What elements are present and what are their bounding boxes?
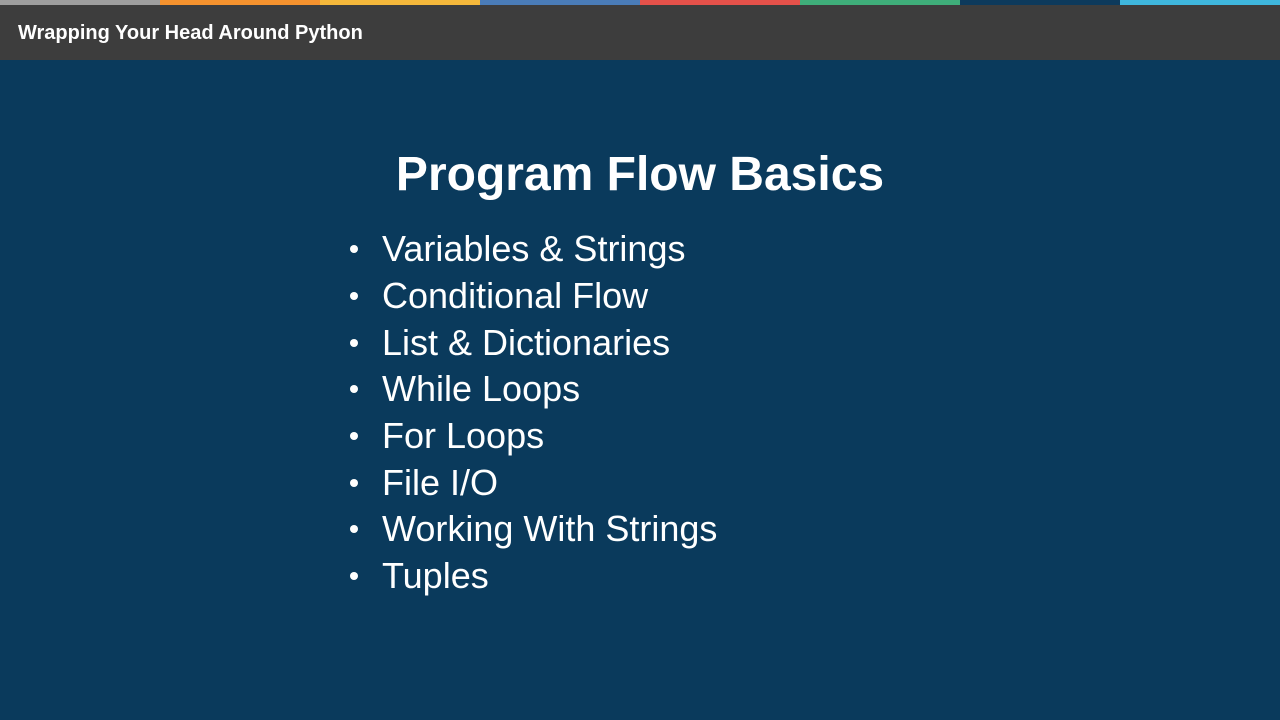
bullet-text: While Loops xyxy=(382,368,581,410)
top-bar: Wrapping Your Head Around Python xyxy=(0,5,1280,60)
bullet-dot-icon xyxy=(350,292,358,301)
bullet-dot-icon xyxy=(350,245,358,254)
bullet-text: Conditional Flow xyxy=(382,275,649,317)
presentation-title: Wrapping Your Head Around Python xyxy=(18,22,363,44)
bullet-text: File I/O xyxy=(382,461,499,503)
bullet-dot-icon xyxy=(350,338,358,347)
bullet-text: Variables & Strings xyxy=(382,228,686,270)
bullet-item: For Loops xyxy=(346,413,717,460)
bullet-text: List & Dictionaries xyxy=(382,321,671,363)
bullet-item: Variables & Strings xyxy=(346,226,717,273)
bullet-item: While Loops xyxy=(346,366,717,413)
bullet-dot-icon xyxy=(350,572,358,581)
bullet-dot-icon xyxy=(350,478,358,487)
bullet-item: Working With Strings xyxy=(346,506,717,553)
bullet-text: Working With Strings xyxy=(382,508,718,550)
bullet-text: Tuples xyxy=(382,555,489,597)
slide-canvas: Wrapping Your Head Around Python Program… xyxy=(0,0,1280,720)
bullet-dot-icon xyxy=(350,432,358,441)
bullet-list: Variables & Strings Conditional Flow Lis… xyxy=(346,226,717,600)
bullet-item: Tuples xyxy=(346,553,717,600)
bullet-item: List & Dictionaries xyxy=(346,319,717,366)
bullet-text: For Loops xyxy=(382,415,545,457)
bullet-dot-icon xyxy=(350,525,358,534)
bullet-item: File I/O xyxy=(346,459,717,506)
slide-title: Program Flow Basics xyxy=(395,148,885,201)
bullet-dot-icon xyxy=(350,385,358,394)
bullet-item: Conditional Flow xyxy=(346,273,717,320)
